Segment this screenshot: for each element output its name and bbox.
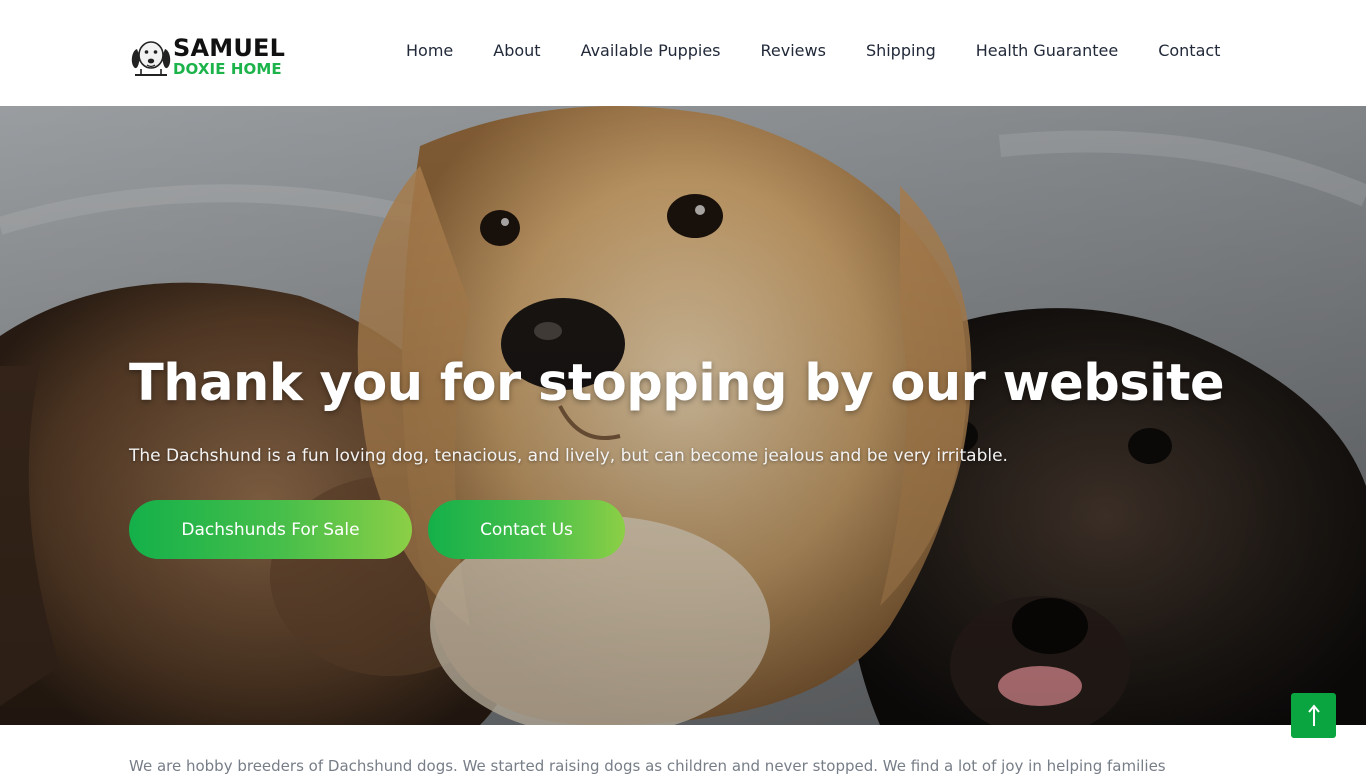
- logo-text: SAMUEL DOXIE HOME: [173, 36, 285, 77]
- site-header: SAMUEL DOXIE HOME Home About Available P…: [0, 0, 1366, 106]
- contact-us-button[interactable]: Contact Us: [428, 500, 625, 559]
- nav-item-about[interactable]: About: [493, 41, 540, 60]
- hero-subtitle: The Dachshund is a fun loving dog, tenac…: [129, 446, 1008, 466]
- logo-line-2: DOXIE HOME: [173, 59, 282, 78]
- back-to-top-button[interactable]: [1291, 693, 1336, 738]
- hero-title: Thank you for stopping by our website: [129, 354, 1225, 413]
- arrow-up-icon: [1307, 703, 1320, 726]
- nav-item-contact[interactable]: Contact: [1158, 41, 1220, 60]
- nav-item-home[interactable]: Home: [406, 41, 453, 60]
- nav-item-available-puppies[interactable]: Available Puppies: [581, 41, 721, 60]
- nav-item-reviews[interactable]: Reviews: [761, 41, 826, 60]
- site-logo[interactable]: SAMUEL DOXIE HOME: [129, 34, 289, 78]
- logo-line-1: SAMUEL: [173, 33, 286, 62]
- dachshund-logo-icon: [131, 41, 171, 76]
- nav-item-shipping[interactable]: Shipping: [866, 41, 936, 60]
- intro-paragraph: We are hobby breeders of Dachshund dogs.…: [129, 757, 1166, 775]
- nav-item-health-guarantee[interactable]: Health Guarantee: [976, 41, 1118, 60]
- main-nav: Home About Available Puppies Reviews Shi…: [406, 41, 1220, 60]
- dachshunds-for-sale-button[interactable]: Dachshunds For Sale: [129, 500, 412, 559]
- hero-dogs-image: [0, 106, 1366, 725]
- hero-section: Thank you for stopping by our website Th…: [0, 106, 1366, 725]
